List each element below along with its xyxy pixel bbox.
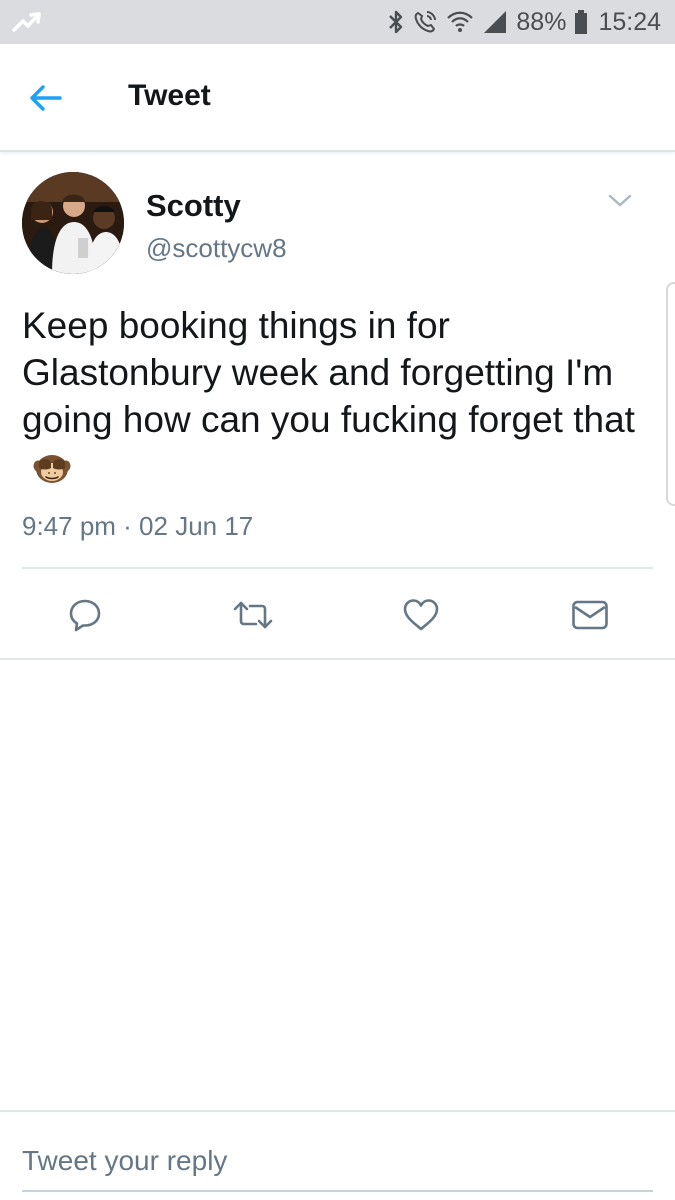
profile-photo [22, 172, 124, 274]
top-app-bar: Tweet [0, 44, 675, 152]
signal-icon [482, 9, 508, 35]
back-arrow-icon [30, 85, 62, 111]
reply-input[interactable] [22, 1140, 653, 1192]
see-no-evil-monkey-icon [32, 449, 72, 496]
divider [22, 567, 653, 569]
avatar[interactable] [22, 172, 124, 274]
battery-icon [574, 9, 588, 35]
back-button[interactable] [24, 78, 66, 118]
heart-icon [403, 599, 439, 631]
edge-panel-handle[interactable] [666, 282, 675, 506]
battery-percent: 88% [516, 7, 567, 36]
retweet-button[interactable] [228, 590, 278, 640]
like-button[interactable] [396, 590, 446, 640]
wifi-icon [446, 9, 474, 35]
bluetooth-icon [388, 9, 404, 35]
reply-icon [69, 599, 101, 632]
tweet-text: Keep booking things in for Glastonbury w… [22, 302, 652, 496]
tweet-actions [0, 590, 675, 640]
author-handle[interactable]: @scottycw8 [146, 233, 287, 264]
trending-notification-icon [12, 10, 42, 34]
tweet-timestamp: 9:47 pm · 02 Jun 17 [22, 511, 254, 541]
reply-button[interactable] [60, 590, 110, 640]
wifi-call-icon [412, 9, 438, 35]
author-name[interactable]: Scotty [146, 188, 241, 224]
page-title: Tweet [128, 79, 211, 112]
reply-bar [0, 1110, 675, 1200]
retweet-icon [233, 601, 273, 629]
tweet-body: Keep booking things in for Glastonbury w… [22, 305, 635, 440]
status-icons: 88% 15:24 [388, 0, 661, 44]
divider [0, 658, 675, 660]
chevron-down-icon [608, 194, 632, 207]
direct-message-button[interactable] [565, 590, 615, 640]
envelope-icon [572, 600, 608, 630]
status-bar: 88% 15:24 [0, 0, 675, 44]
status-clock: 15:24 [598, 7, 661, 36]
tweet-options-button[interactable] [604, 188, 636, 214]
